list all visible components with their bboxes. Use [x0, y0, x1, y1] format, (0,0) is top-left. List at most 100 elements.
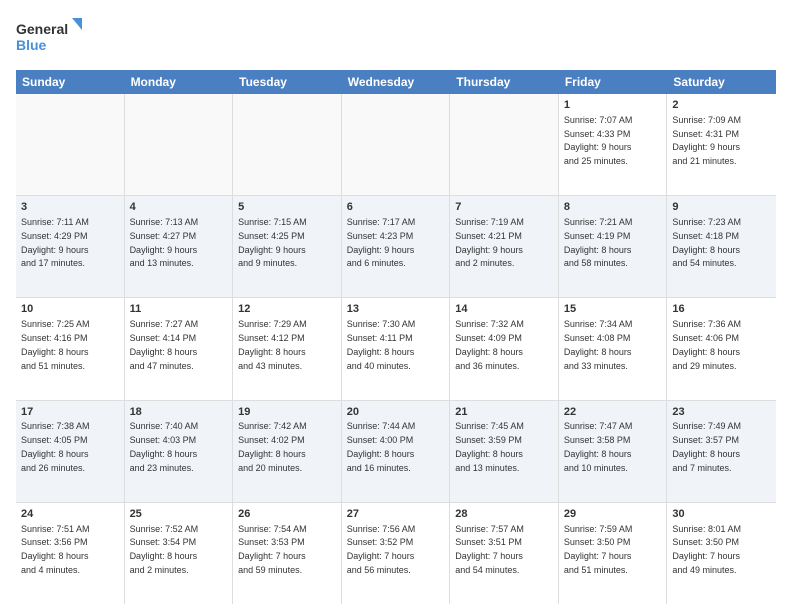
- day-info: Sunrise: 7:09 AM Sunset: 4:31 PM Dayligh…: [672, 115, 741, 166]
- day-cell-7: 7 Sunrise: 7:19 AM Sunset: 4:21 PM Daylig…: [450, 196, 559, 297]
- logo-svg: General Blue: [16, 16, 86, 60]
- header: General Blue: [16, 16, 776, 60]
- day-info: Sunrise: 7:51 AM Sunset: 3:56 PM Dayligh…: [21, 524, 90, 575]
- day-info: Sunrise: 7:27 AM Sunset: 4:14 PM Dayligh…: [130, 319, 199, 370]
- day-info: Sunrise: 7:56 AM Sunset: 3:52 PM Dayligh…: [347, 524, 416, 575]
- day-cell-9: 9Sunrise: 7:23 AM Sunset: 4:18 PM Daylig…: [667, 196, 776, 297]
- day-number: 22: [564, 405, 662, 420]
- day-info: Sunrise: 7:38 AM Sunset: 4:05 PM Dayligh…: [21, 421, 90, 472]
- week-row-5: 24 Sunrise: 7:51 AM Sunset: 3:56 PM Dayli…: [16, 503, 776, 604]
- day-cell-1: 1 Sunrise: 7:07 AM Sunset: 4:33 PM Daylig…: [559, 94, 668, 195]
- day-number: 2: [672, 98, 771, 113]
- day-number: 28: [455, 507, 553, 522]
- day-info: Sunrise: 7:13 AM Sunset: 4:27 PM Dayligh…: [130, 217, 199, 268]
- day-number: 23: [672, 405, 771, 420]
- day-number: 29: [564, 507, 662, 522]
- empty-cell-0-4: [450, 94, 559, 195]
- day-number: 5: [238, 200, 336, 215]
- day-cell-20: 20Sunrise: 7:44 AM Sunset: 4:00 PM Dayli…: [342, 401, 451, 502]
- day-number: 26: [238, 507, 336, 522]
- day-info: Sunrise: 7:36 AM Sunset: 4:06 PM Dayligh…: [672, 319, 741, 370]
- day-cell-26: 26 Sunrise: 7:54 AM Sunset: 3:53 PM Dayli…: [233, 503, 342, 604]
- day-info: Sunrise: 7:19 AM Sunset: 4:21 PM Dayligh…: [455, 217, 524, 268]
- logo: General Blue: [16, 16, 86, 60]
- day-number: 1: [564, 98, 662, 113]
- calendar-body: 1 Sunrise: 7:07 AM Sunset: 4:33 PM Daylig…: [16, 94, 776, 604]
- day-cell-8: 8Sunrise: 7:21 AM Sunset: 4:19 PM Daylig…: [559, 196, 668, 297]
- day-number: 9: [672, 200, 771, 215]
- day-info: Sunrise: 8:01 AM Sunset: 3:50 PM Dayligh…: [672, 524, 741, 575]
- day-info: Sunrise: 7:25 AM Sunset: 4:16 PM Dayligh…: [21, 319, 90, 370]
- empty-cell-0-2: [233, 94, 342, 195]
- day-cell-27: 27 Sunrise: 7:56 AM Sunset: 3:52 PM Dayli…: [342, 503, 451, 604]
- day-cell-16: 16 Sunrise: 7:36 AM Sunset: 4:06 PM Dayli…: [667, 298, 776, 399]
- day-cell-13: 13 Sunrise: 7:30 AM Sunset: 4:11 PM Dayli…: [342, 298, 451, 399]
- day-info: Sunrise: 7:15 AM Sunset: 4:25 PM Dayligh…: [238, 217, 307, 268]
- day-cell-17: 17Sunrise: 7:38 AM Sunset: 4:05 PM Dayli…: [16, 401, 125, 502]
- empty-cell-0-3: [342, 94, 451, 195]
- day-info: Sunrise: 7:34 AM Sunset: 4:08 PM Dayligh…: [564, 319, 633, 370]
- day-info: Sunrise: 7:44 AM Sunset: 4:00 PM Dayligh…: [347, 421, 416, 472]
- day-cell-18: 18Sunrise: 7:40 AM Sunset: 4:03 PM Dayli…: [125, 401, 234, 502]
- day-info: Sunrise: 7:29 AM Sunset: 4:12 PM Dayligh…: [238, 319, 307, 370]
- day-cell-25: 25Sunrise: 7:52 AM Sunset: 3:54 PM Dayli…: [125, 503, 234, 604]
- svg-text:General: General: [16, 21, 68, 37]
- day-cell-10: 10 Sunrise: 7:25 AM Sunset: 4:16 PM Dayli…: [16, 298, 125, 399]
- day-cell-24: 24 Sunrise: 7:51 AM Sunset: 3:56 PM Dayli…: [16, 503, 125, 604]
- day-info: Sunrise: 7:11 AM Sunset: 4:29 PM Dayligh…: [21, 217, 89, 268]
- day-number: 11: [130, 302, 228, 317]
- day-cell-19: 19Sunrise: 7:42 AM Sunset: 4:02 PM Dayli…: [233, 401, 342, 502]
- day-number: 15: [564, 302, 662, 317]
- day-info: Sunrise: 7:17 AM Sunset: 4:23 PM Dayligh…: [347, 217, 416, 268]
- day-cell-6: 6 Sunrise: 7:17 AM Sunset: 4:23 PM Daylig…: [342, 196, 451, 297]
- day-number: 7: [455, 200, 553, 215]
- day-cell-29: 29 Sunrise: 7:59 AM Sunset: 3:50 PM Dayli…: [559, 503, 668, 604]
- day-number: 3: [21, 200, 119, 215]
- week-row-1: 1 Sunrise: 7:07 AM Sunset: 4:33 PM Daylig…: [16, 94, 776, 196]
- header-day-wednesday: Wednesday: [342, 70, 451, 94]
- day-number: 24: [21, 507, 119, 522]
- day-number: 21: [455, 405, 553, 420]
- day-cell-22: 22Sunrise: 7:47 AM Sunset: 3:58 PM Dayli…: [559, 401, 668, 502]
- day-number: 30: [672, 507, 771, 522]
- day-number: 20: [347, 405, 445, 420]
- week-row-4: 17Sunrise: 7:38 AM Sunset: 4:05 PM Dayli…: [16, 401, 776, 503]
- day-cell-12: 12 Sunrise: 7:29 AM Sunset: 4:12 PM Dayli…: [233, 298, 342, 399]
- day-number: 27: [347, 507, 445, 522]
- day-number: 16: [672, 302, 771, 317]
- calendar-header: SundayMondayTuesdayWednesdayThursdayFrid…: [16, 70, 776, 94]
- day-info: Sunrise: 7:49 AM Sunset: 3:57 PM Dayligh…: [672, 421, 741, 472]
- day-number: 14: [455, 302, 553, 317]
- header-day-monday: Monday: [125, 70, 234, 94]
- header-day-friday: Friday: [559, 70, 668, 94]
- day-cell-15: 15 Sunrise: 7:34 AM Sunset: 4:08 PM Dayli…: [559, 298, 668, 399]
- day-cell-3: 3 Sunrise: 7:11 AM Sunset: 4:29 PM Daylig…: [16, 196, 125, 297]
- day-number: 10: [21, 302, 119, 317]
- day-number: 19: [238, 405, 336, 420]
- day-info: Sunrise: 7:59 AM Sunset: 3:50 PM Dayligh…: [564, 524, 633, 575]
- day-info: Sunrise: 7:30 AM Sunset: 4:11 PM Dayligh…: [347, 319, 416, 370]
- day-number: 13: [347, 302, 445, 317]
- calendar: SundayMondayTuesdayWednesdayThursdayFrid…: [16, 70, 776, 604]
- day-info: Sunrise: 7:40 AM Sunset: 4:03 PM Dayligh…: [130, 421, 199, 472]
- day-info: Sunrise: 7:45 AM Sunset: 3:59 PM Dayligh…: [455, 421, 524, 472]
- day-cell-21: 21Sunrise: 7:45 AM Sunset: 3:59 PM Dayli…: [450, 401, 559, 502]
- day-number: 18: [130, 405, 228, 420]
- day-number: 25: [130, 507, 228, 522]
- day-cell-5: 5 Sunrise: 7:15 AM Sunset: 4:25 PM Daylig…: [233, 196, 342, 297]
- week-row-3: 10 Sunrise: 7:25 AM Sunset: 4:16 PM Dayli…: [16, 298, 776, 400]
- day-info: Sunrise: 7:54 AM Sunset: 3:53 PM Dayligh…: [238, 524, 307, 575]
- day-info: Sunrise: 7:32 AM Sunset: 4:09 PM Dayligh…: [455, 319, 524, 370]
- day-info: Sunrise: 7:47 AM Sunset: 3:58 PM Dayligh…: [564, 421, 633, 472]
- empty-cell-0-1: [125, 94, 234, 195]
- day-info: Sunrise: 7:07 AM Sunset: 4:33 PM Dayligh…: [564, 115, 633, 166]
- day-cell-23: 23Sunrise: 7:49 AM Sunset: 3:57 PM Dayli…: [667, 401, 776, 502]
- day-number: 6: [347, 200, 445, 215]
- day-info: Sunrise: 7:42 AM Sunset: 4:02 PM Dayligh…: [238, 421, 307, 472]
- day-cell-14: 14 Sunrise: 7:32 AM Sunset: 4:09 PM Dayli…: [450, 298, 559, 399]
- page: General Blue SundayMondayTuesdayWednesda…: [0, 0, 792, 612]
- day-number: 12: [238, 302, 336, 317]
- day-cell-2: 2 Sunrise: 7:09 AM Sunset: 4:31 PM Daylig…: [667, 94, 776, 195]
- day-cell-11: 11 Sunrise: 7:27 AM Sunset: 4:14 PM Dayli…: [125, 298, 234, 399]
- day-info: Sunrise: 7:57 AM Sunset: 3:51 PM Dayligh…: [455, 524, 524, 575]
